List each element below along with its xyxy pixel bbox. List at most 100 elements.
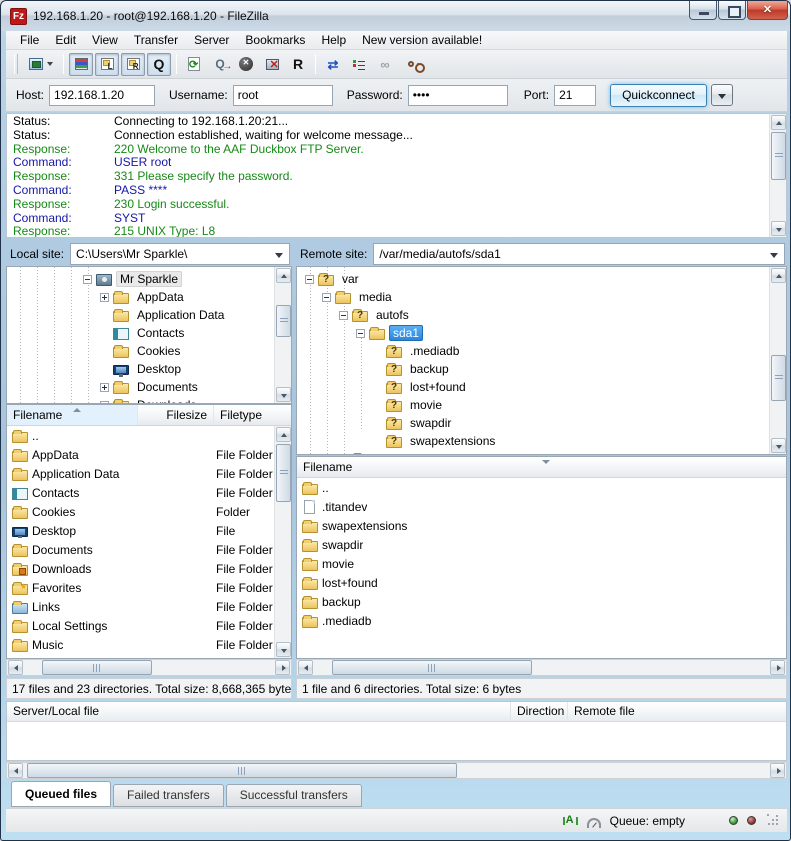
remote-tree-item[interactable]: swapextensions <box>297 432 769 450</box>
remote-tree-item[interactable]: swapdir <box>297 414 769 432</box>
close-button[interactable] <box>747 1 788 20</box>
search-files-button[interactable] <box>399 53 423 76</box>
menu-item[interactable]: Edit <box>47 31 84 49</box>
log-vscrollbar[interactable] <box>769 114 786 237</box>
local-site-combobox[interactable]: C:\Users\Mr Sparkle\ <box>70 243 290 265</box>
column-header-server-local-file[interactable]: Server/Local file <box>7 702 511 721</box>
remote-file-row[interactable]: swapextensions <box>297 516 786 535</box>
scroll-down-button[interactable] <box>276 387 291 402</box>
column-header-direction[interactable]: Direction <box>511 702 568 721</box>
scroll-up-button[interactable] <box>276 427 291 442</box>
local-file-row[interactable]: Application Data File Folder <box>7 464 274 483</box>
quickconnect-button[interactable]: Quickconnect <box>610 84 707 107</box>
disconnect-button[interactable] <box>260 53 284 76</box>
remote-tree-item[interactable]: sda1 <box>297 324 769 342</box>
column-header-remote-file[interactable]: Remote file <box>568 702 786 721</box>
local-file-row[interactable]: Downloads File Folder <box>7 559 274 578</box>
local-list-vscrollbar[interactable] <box>274 426 291 658</box>
scroll-down-button[interactable] <box>276 642 291 657</box>
local-tree-item[interactable]: Documents <box>7 378 274 396</box>
remote-file-row[interactable]: movie <box>297 554 786 573</box>
minimize-button[interactable] <box>689 1 717 20</box>
refresh-button[interactable] <box>182 53 206 76</box>
toggle-message-log-button[interactable] <box>69 53 93 76</box>
local-tree-item[interactable]: Application Data <box>7 306 274 324</box>
local-file-row[interactable]: Desktop File <box>7 521 274 540</box>
local-file-row[interactable]: Links File Folder <box>7 597 274 616</box>
scroll-down-button[interactable] <box>771 438 786 453</box>
local-tree-item[interactable]: Desktop <box>7 360 274 378</box>
tab-queued-files[interactable]: Queued files <box>11 781 111 807</box>
toggle-queue-button[interactable]: Q <box>147 53 171 76</box>
menu-item[interactable]: Bookmarks <box>237 31 313 49</box>
toggle-remote-tree-button[interactable] <box>121 53 145 76</box>
title-bar[interactable]: Fz 192.168.1.20 - root@192.168.1.20 - Fi… <box>1 1 790 31</box>
tab-failed-transfers[interactable]: Failed transfers <box>113 784 224 807</box>
host-input[interactable] <box>49 85 155 106</box>
resize-grip[interactable] <box>767 814 780 827</box>
quickconnect-dropdown-button[interactable] <box>711 84 733 106</box>
remote-tree-item[interactable]: lost+found <box>297 378 769 396</box>
scroll-right-button[interactable] <box>770 660 785 675</box>
scroll-thumb[interactable] <box>276 305 291 337</box>
remote-tree-item[interactable]: .mediadb <box>297 342 769 360</box>
local-file-row[interactable]: Documents File Folder <box>7 540 274 559</box>
expander-icon[interactable] <box>100 293 109 302</box>
queue-hscrollbar[interactable] <box>6 762 787 779</box>
column-header-filetype[interactable]: Filetype <box>214 405 291 425</box>
tab-successful-transfers[interactable]: Successful transfers <box>226 784 362 807</box>
expander-icon[interactable] <box>305 275 314 284</box>
column-header-filename[interactable]: Filename <box>297 457 786 477</box>
local-file-row[interactable]: AppData File Folder <box>7 445 274 464</box>
expander-icon[interactable] <box>356 329 365 338</box>
local-file-row[interactable]: Contacts File Folder <box>7 483 274 502</box>
expander-icon[interactable] <box>100 383 109 392</box>
menu-item[interactable]: Server <box>186 31 237 49</box>
directory-listing-filters-button[interactable] <box>347 53 371 76</box>
column-header-filesize[interactable]: Filesize <box>138 405 214 425</box>
scroll-thumb[interactable] <box>27 763 457 778</box>
username-input[interactable] <box>233 85 333 106</box>
local-tree-item[interactable]: Mr Sparkle <box>7 270 274 288</box>
remote-tree-item[interactable]: dvd <box>297 450 769 455</box>
scroll-up-button[interactable] <box>771 115 786 130</box>
maximize-button[interactable] <box>718 1 746 20</box>
remote-file-row[interactable]: .titandev <box>297 497 786 516</box>
scroll-up-button[interactable] <box>771 268 786 283</box>
remote-file-row[interactable]: .. <box>297 478 786 497</box>
local-list-hscrollbar[interactable] <box>6 659 292 676</box>
scroll-up-button[interactable] <box>276 268 291 283</box>
local-tree-item[interactable]: Cookies <box>7 342 274 360</box>
local-file-row[interactable]: Music File Folder <box>7 635 274 654</box>
scroll-left-button[interactable] <box>298 660 313 675</box>
local-file-row[interactable]: Cookies Folder <box>7 502 274 521</box>
remote-tree-item[interactable]: var <box>297 270 769 288</box>
scroll-thumb[interactable] <box>42 660 152 675</box>
remote-tree-vscrollbar[interactable] <box>769 267 786 454</box>
compare-directories-button[interactable]: ⇄ <box>321 53 345 76</box>
menu-item[interactable]: View <box>84 31 126 49</box>
process-queue-button[interactable]: Q <box>208 53 232 76</box>
column-header-filename[interactable]: Filename <box>7 405 138 425</box>
reconnect-button[interactable]: R <box>286 53 310 76</box>
password-input[interactable] <box>408 85 508 106</box>
remote-file-row[interactable]: .mediadb <box>297 611 786 630</box>
menu-item[interactable]: Transfer <box>126 31 186 49</box>
scroll-left-button[interactable] <box>8 763 23 778</box>
expander-icon[interactable] <box>83 275 92 284</box>
scroll-thumb[interactable] <box>771 355 786 401</box>
local-file-row[interactable]: Favorites File Folder <box>7 578 274 597</box>
scroll-right-button[interactable] <box>275 660 290 675</box>
synchronized-browsing-button[interactable]: ∞ <box>373 53 397 76</box>
expander-icon[interactable] <box>322 293 331 302</box>
site-manager-button[interactable] <box>24 53 58 76</box>
local-file-row[interactable]: Local Settings File Folder <box>7 616 274 635</box>
remote-tree-item[interactable]: movie <box>297 396 769 414</box>
remote-tree-item[interactable]: media <box>297 288 769 306</box>
scroll-thumb[interactable] <box>332 660 532 675</box>
cancel-button[interactable] <box>234 53 258 76</box>
local-tree-item[interactable]: Contacts <box>7 324 274 342</box>
remote-file-row[interactable]: swapdir <box>297 535 786 554</box>
remote-tree-item[interactable]: autofs <box>297 306 769 324</box>
scroll-left-button[interactable] <box>8 660 23 675</box>
